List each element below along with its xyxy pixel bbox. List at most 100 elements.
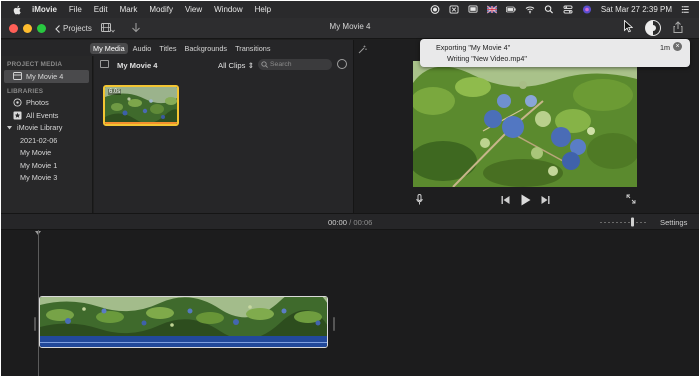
- minimize-window-button[interactable]: [23, 24, 32, 33]
- cancel-export-icon[interactable]: ×: [673, 42, 682, 51]
- imovie-window: iMovie File Edit Mark Modify View Window…: [1, 1, 699, 376]
- project-film-icon: [13, 72, 22, 81]
- sidebar-event-label: My Movie 3: [20, 173, 58, 183]
- sidebar-library-label: iMovie Library: [17, 123, 63, 133]
- sidebar-event-label: My Movie 1: [20, 160, 58, 170]
- current-time: 00:00: [328, 218, 348, 227]
- control-center-icon[interactable]: [563, 5, 573, 14]
- flag-icon[interactable]: [486, 5, 497, 14]
- project-media-header: PROJECT MEDIA: [7, 61, 63, 68]
- sidebar-item-project[interactable]: My Movie 4: [4, 70, 89, 83]
- skip-back-icon[interactable]: [501, 196, 510, 204]
- microphone-icon[interactable]: [416, 194, 423, 205]
- sidebar-toggle-icon[interactable]: [100, 60, 109, 68]
- video-preview[interactable]: [413, 61, 637, 187]
- display-icon[interactable]: [468, 5, 478, 14]
- disclosure-triangle-icon[interactable]: [6, 124, 13, 131]
- notification-center-icon[interactable]: [681, 5, 691, 14]
- menu-window[interactable]: Window: [214, 5, 242, 14]
- clip-right-trim-handle[interactable]: [333, 317, 335, 331]
- star-icon: [13, 111, 22, 120]
- sidebar-project-label: My Movie 4: [26, 71, 64, 81]
- scissors-icon[interactable]: [449, 5, 459, 14]
- clips-filter-label: All Clips: [218, 61, 246, 70]
- tab-audio[interactable]: Audio: [130, 43, 155, 54]
- fullscreen-icon[interactable]: [626, 194, 636, 204]
- play-icon[interactable]: [521, 194, 531, 206]
- menu-mark[interactable]: Mark: [120, 5, 138, 14]
- import-down-arrow-icon[interactable]: [131, 22, 141, 34]
- timeline-settings-button[interactable]: Settings: [660, 218, 687, 227]
- export-status-title: Exporting "My Movie 4": [436, 43, 511, 52]
- apple-menu-icon[interactable]: [12, 5, 22, 15]
- menu-help[interactable]: Help: [255, 5, 271, 14]
- timeline-area[interactable]: [1, 230, 699, 376]
- chevron-left-icon: [55, 24, 60, 33]
- video-frame-image: [413, 61, 637, 187]
- tab-my-media[interactable]: My Media: [90, 42, 128, 54]
- menu-edit[interactable]: Edit: [94, 5, 108, 14]
- zoom-window-button[interactable]: [37, 24, 46, 33]
- sidebar-item-event-my-movie[interactable]: My Movie: [1, 147, 92, 160]
- sidebar-event-label: 2021-02-06: [20, 135, 58, 145]
- menu-modify[interactable]: Modify: [149, 5, 173, 14]
- sidebar-item-all-events[interactable]: All Events: [1, 109, 92, 122]
- libraries-header: LIBRARIES: [7, 87, 44, 95]
- clip-audio-waveform[interactable]: [40, 336, 327, 347]
- tab-transitions[interactable]: Transitions: [232, 43, 273, 54]
- timeline-header: 00:00 / 00:06 Settings: [1, 213, 699, 230]
- menu-bar: iMovie File Edit Mark Modify View Window…: [1, 1, 699, 18]
- record-status-icon[interactable]: [430, 5, 440, 14]
- siri-icon[interactable]: [582, 5, 592, 14]
- mouse-cursor-icon: [624, 20, 633, 33]
- clip-appearance-settings-icon[interactable]: [337, 59, 347, 69]
- clip-duration-label: 6.0s: [108, 89, 122, 95]
- media-import-menu-icon[interactable]: [101, 22, 115, 34]
- export-status-detail: Writing "New Video.mp4": [447, 54, 527, 63]
- media-clip-thumbnail[interactable]: 6.0s: [103, 85, 179, 126]
- timeline-video-clip[interactable]: [39, 296, 328, 348]
- search-icon: [261, 61, 268, 68]
- battery-icon[interactable]: [505, 5, 516, 14]
- clip-used-range-bar: [105, 122, 177, 124]
- sidebar-all-events-label: All Events: [26, 110, 59, 120]
- sidebar-item-event-my-movie-3[interactable]: My Movie 3: [1, 172, 92, 185]
- wifi-icon[interactable]: [525, 5, 535, 14]
- sidebar-item-library[interactable]: iMovie Library: [1, 122, 92, 135]
- timeline-zoom-slider[interactable]: [600, 217, 648, 227]
- filmstrip-image: [40, 297, 327, 340]
- search-input[interactable]: Search: [258, 59, 332, 70]
- export-time-remaining: 1m: [660, 43, 670, 52]
- timecode: 00:00 / 00:06: [328, 218, 372, 227]
- tab-titles[interactable]: Titles: [156, 43, 179, 54]
- sidebar-photos-label: Photos: [26, 98, 49, 108]
- tab-backgrounds[interactable]: Backgrounds: [181, 43, 230, 54]
- menu-view[interactable]: View: [185, 5, 202, 14]
- sidebar-item-event-my-movie-1[interactable]: My Movie 1: [1, 159, 92, 172]
- share-icon[interactable]: [673, 21, 683, 33]
- export-progress-popover: Exporting "My Movie 4" Writing "New Vide…: [420, 39, 690, 67]
- menubar-clock[interactable]: Sat Mar 27 2:39 PM: [601, 5, 672, 14]
- clips-filter-dropdown[interactable]: All Clips ⇕: [218, 61, 254, 70]
- menu-file[interactable]: File: [69, 5, 82, 14]
- volume-line[interactable]: [40, 342, 327, 343]
- updown-chevron-icon: ⇕: [247, 61, 254, 70]
- browser-tab-bar: My Media Audio Titles Backgrounds Transi…: [1, 40, 353, 56]
- clip-left-trim-handle[interactable]: [34, 317, 36, 331]
- event-title: My Movie 4: [117, 61, 158, 70]
- sidebar-item-photos[interactable]: Photos: [1, 97, 92, 110]
- skip-forward-icon[interactable]: [541, 196, 550, 204]
- clip-filmstrip: [40, 297, 327, 340]
- playback-controls: [354, 190, 699, 210]
- menu-app-name[interactable]: iMovie: [32, 5, 57, 14]
- media-browser-grid: 6.0s: [94, 74, 353, 213]
- projects-back-button[interactable]: Projects: [51, 21, 96, 36]
- media-browser-header: My Movie 4 All Clips ⇕ Search: [94, 56, 353, 74]
- view-toggle-icon[interactable]: [645, 20, 661, 36]
- magic-wand-icon[interactable]: [358, 45, 367, 54]
- zoom-slider-knob: [631, 217, 634, 227]
- sidebar-item-event-2021-02-06[interactable]: 2021-02-06: [1, 134, 92, 147]
- spotlight-search-icon[interactable]: [544, 5, 554, 14]
- close-window-button[interactable]: [9, 24, 18, 33]
- search-placeholder: Search: [270, 61, 292, 68]
